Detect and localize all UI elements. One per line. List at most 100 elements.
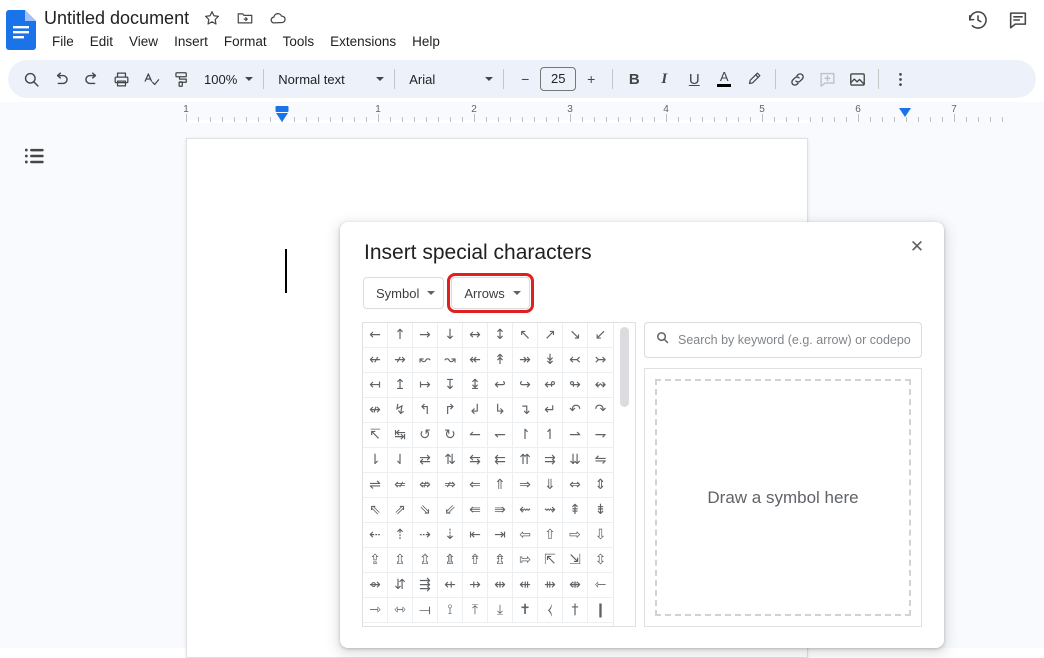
special-character-cell[interactable]: ⇕	[588, 473, 613, 498]
special-character-cell[interactable]: ↺	[413, 423, 438, 448]
special-character-cell[interactable]: ⇛	[488, 498, 513, 523]
special-character-cell[interactable]: ⇀	[563, 423, 588, 448]
special-character-cell[interactable]: ↘	[563, 323, 588, 348]
special-character-cell[interactable]: ↲	[463, 398, 488, 423]
undo-icon[interactable]	[46, 64, 76, 94]
first-line-indent-marker[interactable]	[276, 113, 288, 122]
special-character-cell[interactable]: ⇎	[413, 473, 438, 498]
special-character-cell[interactable]: ↓	[438, 323, 463, 348]
special-character-cell[interactable]: ❙	[588, 598, 613, 623]
special-character-cell[interactable]: ↔	[463, 323, 488, 348]
special-character-cell[interactable]: ⇍	[388, 473, 413, 498]
special-character-cell[interactable]: ↧	[438, 373, 463, 398]
paint-format-icon[interactable]	[166, 64, 196, 94]
spelling-check-icon[interactable]	[136, 64, 166, 94]
special-character-cell[interactable]: ⇘	[413, 498, 438, 523]
special-character-cell[interactable]: ↴	[513, 398, 538, 423]
draw-symbol-panel[interactable]: Draw a symbol here	[644, 368, 922, 627]
search-characters-box[interactable]	[644, 322, 922, 358]
paragraph-style-select[interactable]: Normal text	[270, 65, 388, 93]
special-character-cell[interactable]: ↿	[538, 423, 563, 448]
special-character-cell[interactable]: ↗	[538, 323, 563, 348]
special-character-cell[interactable]: ⇮	[463, 548, 488, 573]
special-character-cell[interactable]: ⇖	[363, 498, 388, 523]
special-character-cell[interactable]: ⇏	[438, 473, 463, 498]
special-character-cell[interactable]: ↵	[538, 398, 563, 423]
special-character-cell[interactable]: ⇫	[388, 548, 413, 573]
menu-extensions[interactable]: Extensions	[322, 30, 404, 54]
version-history-icon[interactable]	[966, 8, 990, 32]
special-character-cell[interactable]: ↭	[588, 373, 613, 398]
special-character-cell[interactable]: ⇶	[413, 573, 438, 598]
close-icon[interactable]: ✕	[904, 234, 930, 260]
special-character-cell[interactable]: ⇠	[363, 523, 388, 548]
special-character-cell[interactable]: ⇚	[463, 498, 488, 523]
menu-file[interactable]: File	[44, 30, 82, 54]
special-character-cell[interactable]: ↮	[363, 398, 388, 423]
special-character-cell[interactable]: ⇓	[538, 473, 563, 498]
character-category-select[interactable]: Symbol	[363, 277, 445, 309]
special-character-cell[interactable]: ⇵	[388, 573, 413, 598]
special-character-cell[interactable]: ⇄	[413, 448, 438, 473]
special-character-cell[interactable]: ↦	[413, 373, 438, 398]
special-character-cell[interactable]: ⇥	[488, 523, 513, 548]
grid-scrollbar[interactable]	[613, 323, 635, 626]
draw-symbol-canvas[interactable]: Draw a symbol here	[655, 379, 911, 616]
special-character-cell[interactable]: ⇅	[438, 448, 463, 473]
special-character-cell[interactable]: ⇇	[488, 448, 513, 473]
special-character-cell[interactable]: ⇑	[488, 473, 513, 498]
special-character-cell[interactable]: ⇧	[538, 523, 563, 548]
special-character-cell[interactable]: ↨	[463, 373, 488, 398]
special-character-cell[interactable]: †	[563, 598, 588, 623]
special-character-cell[interactable]: ✝	[513, 598, 538, 623]
comments-icon[interactable]	[1006, 8, 1030, 32]
print-icon[interactable]	[106, 64, 136, 94]
insert-link-icon[interactable]	[782, 64, 812, 94]
special-character-cell[interactable]: ⇙	[438, 498, 463, 523]
special-character-cell[interactable]: ↚	[363, 348, 388, 373]
document-outline-icon[interactable]	[22, 143, 48, 169]
special-character-cell[interactable]: ⇺	[513, 573, 538, 598]
special-character-cell[interactable]: ⇱	[538, 548, 563, 573]
special-character-cell[interactable]: ⇜	[513, 498, 538, 523]
special-character-cell[interactable]: ⇸	[463, 573, 488, 598]
special-character-cell[interactable]: ↽	[488, 423, 513, 448]
special-character-cell[interactable]: ⇳	[588, 548, 613, 573]
special-character-cell[interactable]: ⇯	[488, 548, 513, 573]
add-comment-icon[interactable]	[812, 64, 842, 94]
special-character-cell[interactable]: ⇞	[563, 498, 588, 523]
special-character-cell[interactable]: ⇲	[563, 548, 588, 573]
special-character-cell[interactable]: ↫	[538, 373, 563, 398]
cloud-saved-icon[interactable]	[268, 8, 288, 28]
special-character-cell[interactable]: ↶	[563, 398, 588, 423]
special-character-cell[interactable]: ↜	[413, 348, 438, 373]
special-character-cell[interactable]: ⇤	[463, 523, 488, 548]
special-character-cell[interactable]: ⇩	[588, 523, 613, 548]
grid-scrollbar-thumb[interactable]	[620, 327, 629, 407]
special-character-cell[interactable]: ↱	[438, 398, 463, 423]
special-character-cell[interactable]: ↯	[388, 398, 413, 423]
special-character-cell[interactable]: ↬	[563, 373, 588, 398]
special-character-cell[interactable]: ⇾	[363, 598, 388, 623]
special-character-cell[interactable]: ⤒	[463, 598, 488, 623]
special-character-cell[interactable]: ↪	[513, 373, 538, 398]
menu-format[interactable]: Format	[216, 30, 275, 54]
special-character-cell[interactable]: ⇽	[588, 573, 613, 598]
special-character-cell[interactable]: ↻	[438, 423, 463, 448]
menu-view[interactable]: View	[121, 30, 166, 54]
redo-icon[interactable]	[76, 64, 106, 94]
special-character-cell[interactable]: ⇿	[388, 598, 413, 623]
text-color-button[interactable]: A	[709, 64, 739, 94]
special-character-cell[interactable]: ⇴	[363, 573, 388, 598]
special-character-cell[interactable]: ↖	[513, 323, 538, 348]
character-subcategory-select[interactable]: Arrows	[447, 273, 534, 313]
special-character-cell[interactable]: ⇰	[513, 548, 538, 573]
font-size-input[interactable]: 25	[540, 67, 577, 91]
special-character-cell[interactable]: ⇁	[588, 423, 613, 448]
bold-button[interactable]: B	[619, 64, 649, 94]
ruler[interactable]: 1 1 2 3 4 5 6 7	[0, 102, 1044, 124]
special-character-cell[interactable]: ⤓	[488, 598, 513, 623]
move-to-folder-icon[interactable]	[235, 8, 255, 28]
special-character-cell[interactable]: ⇐	[463, 473, 488, 498]
italic-button[interactable]: I	[649, 64, 679, 94]
